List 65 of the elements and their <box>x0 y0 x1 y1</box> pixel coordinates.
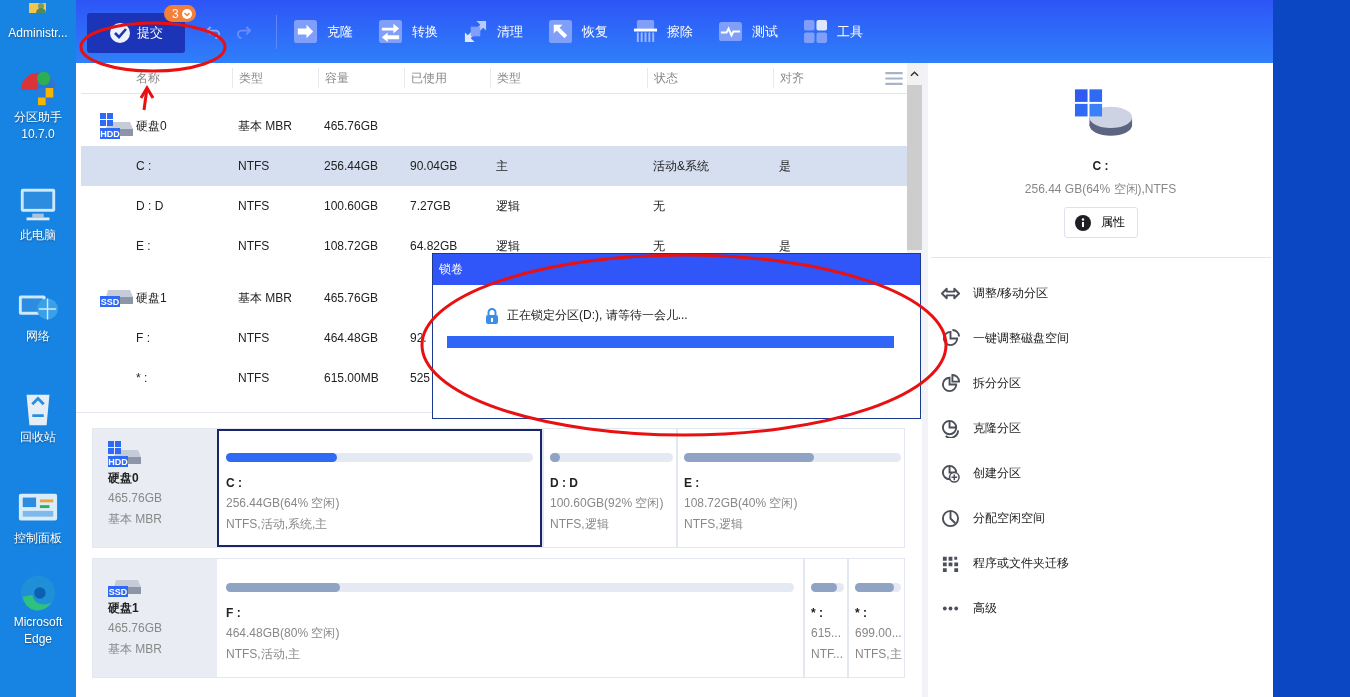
disk-type: 基本 MBR <box>108 641 163 658</box>
table-cell: 硬盘1 <box>136 289 167 307</box>
partition-name: E : <box>684 475 701 492</box>
disk-capacity: 465.76GB <box>108 620 164 637</box>
table-cell: NTFS <box>238 331 270 345</box>
table-cell: 是 <box>779 237 791 255</box>
table-cell: NTFS <box>238 199 270 213</box>
table-cell: 64.82GB <box>410 239 458 253</box>
drive-type-badge: SSD <box>100 296 120 307</box>
table-cell: 无 <box>653 237 665 255</box>
disk-type: 基本 MBR <box>108 511 163 528</box>
table-cell: 465.76GB <box>324 119 379 133</box>
table-cell: C : <box>136 159 152 173</box>
table-cell: 硬盘0 <box>136 117 167 135</box>
table-cell: 基本 MBR <box>238 117 292 135</box>
drive-type-badge: HDD <box>108 456 128 467</box>
table-cell: * : <box>136 371 148 385</box>
table-cell: 7.27GB <box>410 199 451 213</box>
table-cell: 615.00MB <box>324 371 379 385</box>
partition-name: D : D <box>550 475 579 492</box>
partition-info: NTFS,逻辑 <box>550 516 610 533</box>
table-cell: 525 <box>410 371 431 385</box>
partition-size: 699.00... <box>855 625 901 642</box>
table-cell: 256.44GB <box>324 159 379 173</box>
drive-type-badge: SSD <box>108 586 128 597</box>
table-cell: 活动&系统 <box>653 157 709 175</box>
table-cell: 108.72GB <box>324 239 379 253</box>
partition-size: 464.48GB(80% 空闲) <box>226 625 341 642</box>
partition-size: 108.72GB(40% 空闲) <box>684 495 799 512</box>
table-cell: 主 <box>496 157 508 175</box>
table-cell: 465.76GB <box>324 291 379 305</box>
table-cell: F : <box>136 331 150 345</box>
partition-name: * : <box>811 605 824 622</box>
table-cell: 90.04GB <box>410 159 458 173</box>
drive-summary: 256.44 GB(64% 空闲),NTFS <box>1024 181 1177 198</box>
disk-name: 硬盘1 <box>108 600 140 617</box>
disk-capacity: 465.76GB <box>108 490 164 507</box>
table-cell: 是 <box>779 157 791 175</box>
partition-info: NTFS,活动,主 <box>226 646 301 663</box>
partition-info: NTF... <box>811 646 844 663</box>
partition-size: 256.44GB(64% 空闲) <box>226 495 341 512</box>
table-cell: 无 <box>653 197 665 215</box>
partition-info: NTFS,活动,系统,主 <box>226 516 329 533</box>
drive-type-badge: HDD <box>100 128 120 139</box>
table-cell: 100.60GB <box>324 199 379 213</box>
table-cell: 逻辑 <box>496 237 520 255</box>
table-cell: 464.48GB <box>324 331 379 345</box>
table-cell: D : D <box>136 199 164 213</box>
table-cell: 逻辑 <box>496 197 520 215</box>
dialog-message: 正在锁定分区(D:), 请等待一会儿... <box>507 307 688 324</box>
table-cell: 基本 MBR <box>238 289 292 307</box>
dialog-title: 锁卷 <box>439 261 463 278</box>
table-cell: NTFS <box>238 371 270 385</box>
disk-name: 硬盘0 <box>108 470 140 487</box>
table-cell: E : <box>136 239 151 253</box>
partition-size: 100.60GB(92% 空闲) <box>550 495 665 512</box>
partition-size: 615... <box>811 625 843 642</box>
selected-drive-name: C : <box>1092 159 1109 173</box>
partition-name: C : <box>226 475 243 492</box>
partition-name: F : <box>226 605 242 622</box>
table-cell: NTFS <box>238 159 270 173</box>
partition-info: NTFS,主 <box>855 646 901 663</box>
partition-info: NTFS,逻辑 <box>684 516 744 533</box>
table-cell: NTFS <box>238 239 270 253</box>
partition-name: * : <box>855 605 868 622</box>
